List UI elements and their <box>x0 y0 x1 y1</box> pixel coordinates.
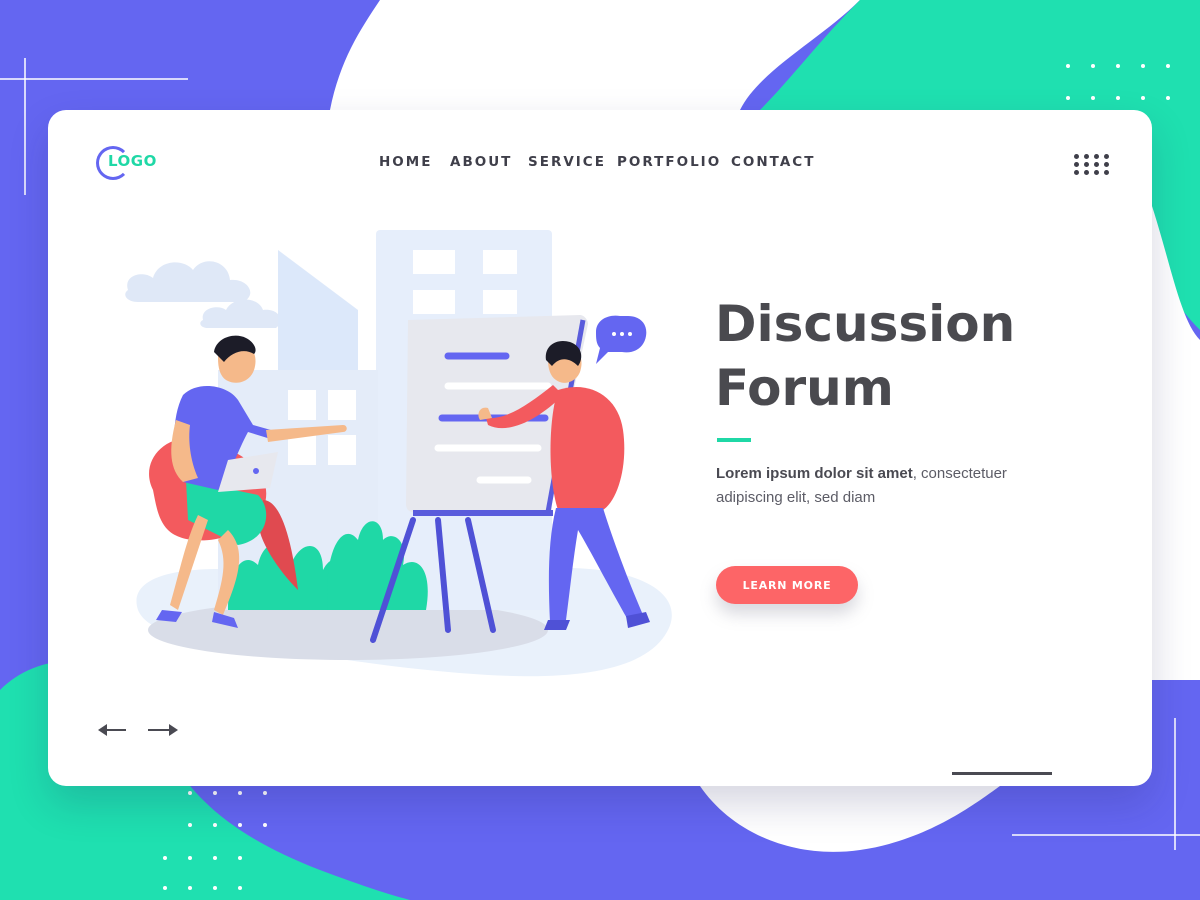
grid-dots-icon[interactable] <box>1072 152 1109 178</box>
chat-bubble-icon <box>596 315 647 364</box>
cloud-icon <box>200 299 281 328</box>
title-accent-bar <box>717 438 751 442</box>
cloud-icon <box>125 261 251 302</box>
bg-white-blob-bottom-right <box>700 786 1000 852</box>
hero-title-line-1: Discussion <box>715 295 1016 353</box>
main-nav: HOME ABOUT SERVICE PORTFOLIO CONTACT <box>48 154 1152 174</box>
nav-item-portfolio[interactable]: PORTFOLIO <box>617 154 721 170</box>
hero-description: Lorem ipsum dolor sit amet, consectetuer… <box>716 462 1076 510</box>
nav-item-contact[interactable]: CONTACT <box>731 154 815 170</box>
hero-description-bold: Lorem ipsum dolor sit amet <box>716 465 913 482</box>
discussion-illustration <box>125 230 672 677</box>
nav-item-about[interactable]: ABOUT <box>450 154 512 170</box>
slide-indicator <box>952 772 1052 775</box>
nav-item-home[interactable]: HOME <box>379 154 432 170</box>
hero-title: Discussion Forum <box>715 292 1135 420</box>
nav-item-service[interactable]: SERVICE <box>528 154 606 170</box>
arrow-left-icon[interactable] <box>96 720 130 740</box>
hero-title-line-2: Forum <box>715 359 894 417</box>
landing-card: LOGO HOME ABOUT SERVICE PORTFOLIO CONTAC… <box>48 110 1152 786</box>
arrow-right-icon[interactable] <box>146 720 180 740</box>
learn-more-button[interactable]: LEARN MORE <box>716 566 858 604</box>
